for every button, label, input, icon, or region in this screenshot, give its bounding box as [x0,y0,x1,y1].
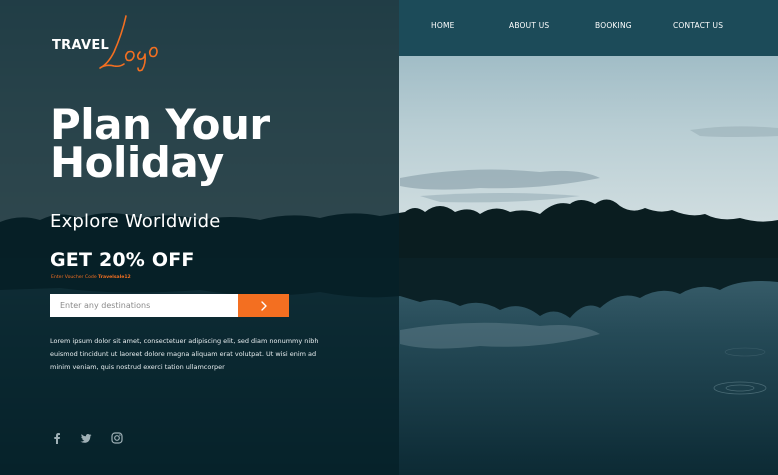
nav-item-home[interactable]: HOME [431,21,455,30]
search-submit-button[interactable] [238,294,289,317]
twitter-icon[interactable] [80,432,92,444]
offer-headline: GET 20% OFF [50,249,195,271]
nav-item-booking[interactable]: BOOKING [595,21,632,30]
hero-title-line-2: Holiday [50,138,224,187]
left-overlay-panel [0,0,399,475]
nav-item-contact-us[interactable]: CONTACT US [673,21,723,30]
top-navigation: HOME ABOUT US BOOKING CONTACT US [399,0,778,56]
logo-script-mark [99,15,158,72]
voucher-note: Enter Voucher Code Travelsale12 [51,275,131,280]
voucher-code: Travelsale12 [98,275,131,280]
chevron-right-icon [260,300,267,311]
hero-title: Plan Your Holiday [50,104,350,184]
facebook-icon[interactable] [51,432,63,444]
voucher-prefix: Enter Voucher Code [51,275,97,280]
nav-item-about-us[interactable]: ABOUT US [509,21,549,30]
intro-paragraph: Lorem ipsum dolor sit amet, consectetuer… [50,337,319,371]
hero-subtitle: Explore Worldwide [50,211,221,232]
instagram-icon[interactable] [111,432,123,444]
destination-search-input[interactable] [50,294,238,317]
